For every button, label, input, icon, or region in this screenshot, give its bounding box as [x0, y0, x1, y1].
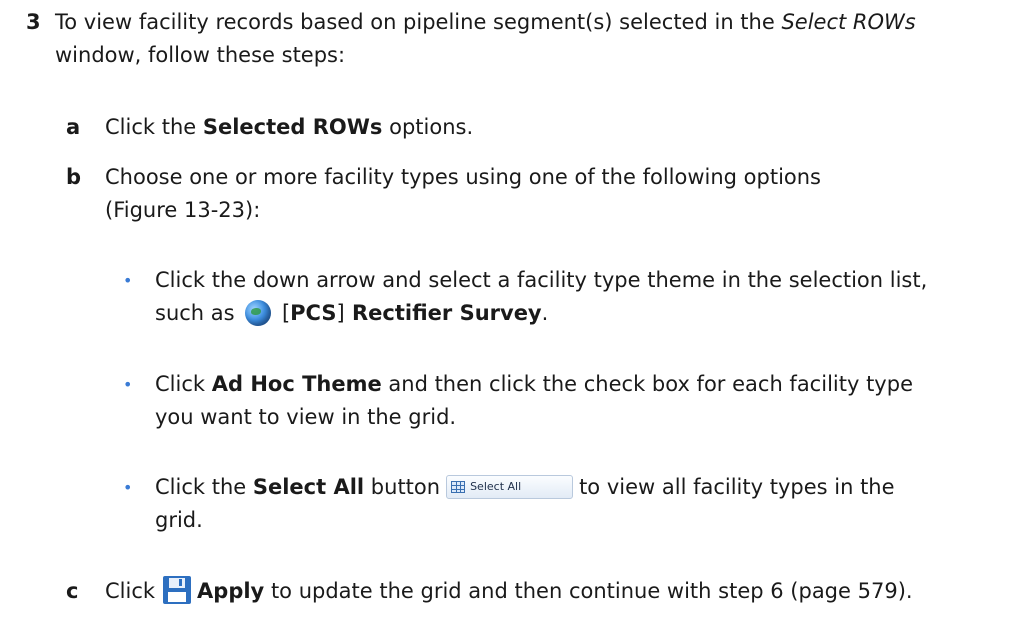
bullet1-line2: such as [PCS] Rectifier Survey. — [155, 300, 549, 326]
step-c-text: Click Apply to update the grid and then c… — [105, 575, 913, 608]
bullet3-line2: grid. — [155, 508, 203, 532]
step-b-line1: Choose one or more facility types using … — [105, 165, 821, 189]
step-a-text: Click the Selected ROWs options. — [105, 115, 474, 139]
bullet2-line1: Click Ad Hoc Theme and then click the ch… — [155, 372, 913, 396]
step-letter-a: a — [66, 115, 81, 139]
grid-icon — [451, 481, 466, 493]
globe-icon — [245, 300, 272, 326]
select-all-ref: Select All — [252, 475, 365, 499]
select-rows-window-ref: Select ROWs — [781, 10, 916, 34]
step3-line2: window, follow these steps: — [55, 43, 346, 67]
bullet2-line2: you want to view in the grid. — [155, 405, 457, 429]
step-number-3: 3 — [26, 10, 41, 34]
step-letter-c: c — [66, 579, 79, 603]
ad-hoc-theme-ref: Ad Hoc Theme — [211, 372, 382, 396]
selected-rows-option-ref: Selected ROWs — [202, 115, 383, 139]
rectifier-survey-theme-ref: Rectifier Survey — [344, 301, 542, 325]
bullet3-line1: Click the Select All button Select All to … — [155, 475, 895, 499]
select-all-button[interactable]: Select All — [446, 475, 574, 499]
step-b-line2: (Figure 13-23): — [105, 198, 261, 222]
save-icon — [163, 576, 192, 604]
bullet-dot: • — [123, 478, 133, 497]
select-all-button-label: Select All — [470, 480, 522, 493]
step3-line1: To view facility records based on pipeli… — [55, 10, 916, 34]
bullet-dot: • — [123, 271, 133, 290]
bullet-dot: • — [123, 375, 133, 394]
bullet1-line1: Click the down arrow and select a facili… — [155, 268, 928, 292]
apply-ref: Apply — [197, 579, 265, 603]
step-letter-b: b — [66, 165, 82, 189]
